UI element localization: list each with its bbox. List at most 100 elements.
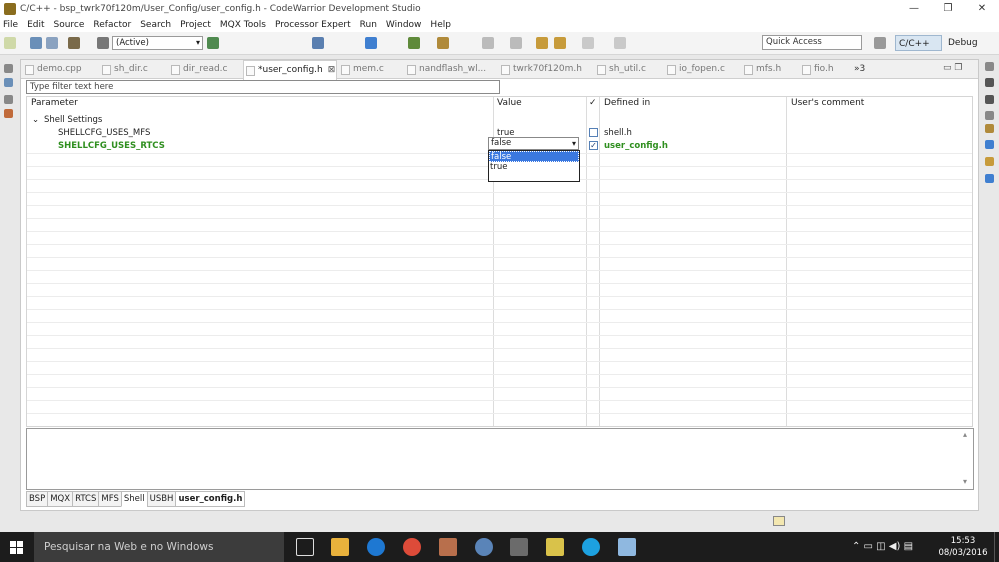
restore-view-icon[interactable]	[4, 64, 13, 73]
default-override-checkbox[interactable]: ✓	[589, 141, 598, 150]
menu-file[interactable]: File	[3, 20, 18, 30]
paint-app-icon[interactable]	[439, 538, 457, 556]
tab-mfs-h[interactable]: mfs.h	[742, 60, 781, 79]
restore-button[interactable]: ❐	[931, 0, 965, 17]
codewarrior-taskbar-icon[interactable]	[510, 538, 528, 556]
flash-programmer-icon[interactable]	[365, 37, 377, 49]
menu-project[interactable]: Project	[180, 20, 211, 30]
tab-io-fopen-c[interactable]: io_fopen.c	[665, 60, 725, 79]
tab-nandflash-wl[interactable]: nandflash_wl...	[405, 60, 486, 79]
next-annotation-icon[interactable]	[482, 37, 494, 49]
settings-gear-icon[interactable]	[97, 37, 109, 49]
save-icon[interactable]	[30, 37, 42, 49]
edge-browser-icon[interactable]	[367, 538, 385, 556]
console-icon[interactable]	[985, 140, 994, 149]
build-icon[interactable]	[68, 37, 80, 49]
chrome-browser-icon[interactable]	[403, 538, 421, 556]
windows-start-icon[interactable]	[10, 541, 23, 554]
restore-view-icon[interactable]	[4, 95, 13, 104]
default-override-checkbox[interactable]	[589, 128, 598, 137]
system-tray[interactable]: ⌃ ▭ ◫ ◀) ▤	[852, 532, 913, 562]
perspective-cpp-button[interactable]: C/C++	[895, 35, 942, 51]
components-icon[interactable]	[985, 95, 994, 104]
tab-dir-read-c[interactable]: dir_read.c	[169, 60, 228, 79]
run-external-tool-icon[interactable]	[437, 37, 449, 49]
skype-icon[interactable]	[582, 538, 600, 556]
value-combo[interactable]: false ▾	[488, 137, 579, 150]
progress-icon[interactable]	[985, 157, 994, 166]
dropdown-option-false[interactable]: false	[489, 151, 579, 162]
perspective-debug-button[interactable]: Debug	[945, 35, 981, 51]
build-config-select[interactable]: (Active) ▾	[112, 36, 203, 50]
back-icon[interactable]	[554, 37, 566, 49]
section-tab-rtcs[interactable]: RTCS	[72, 491, 100, 507]
section-tab-mqx[interactable]: MQX	[47, 491, 74, 507]
menu-edit[interactable]: Edit	[27, 20, 44, 30]
tab-fio-h[interactable]: fio.h	[800, 60, 834, 79]
column-header-parameter[interactable]: Parameter	[31, 98, 78, 108]
project-explorer-icon[interactable]	[4, 78, 13, 87]
file-explorer-icon[interactable]	[331, 538, 349, 556]
section-tab-shell[interactable]: Shell	[120, 491, 148, 507]
new-icon[interactable]	[4, 37, 16, 49]
open-perspective-icon[interactable]	[874, 37, 886, 49]
windows-app-icon[interactable]	[618, 538, 636, 556]
pin-editor-icon[interactable]	[614, 37, 626, 49]
comment-text-area[interactable]: ▴ ▾	[26, 428, 974, 490]
column-header-defined-in[interactable]: Defined in	[604, 98, 650, 108]
tab-user-config-h[interactable]: *user_config.h ⊠	[243, 60, 337, 80]
notes-app-icon[interactable]	[546, 538, 564, 556]
task-view-icon[interactable]	[296, 538, 314, 556]
quick-access-input[interactable]: Quick Access	[762, 35, 862, 50]
chevron-down-icon[interactable]: ▾	[572, 138, 576, 149]
section-tab-usbh[interactable]: USBH	[146, 491, 177, 507]
minimize-maximize-icon[interactable]: ▭ ❐	[943, 60, 962, 76]
column-header-value[interactable]: Value	[497, 98, 522, 108]
section-tab-bsp[interactable]: BSP	[26, 491, 49, 507]
menu-search[interactable]: Search	[140, 20, 171, 30]
taskbar-clock[interactable]: 15:53 08/03/2016	[938, 535, 988, 559]
status-task-icon[interactable]	[773, 516, 785, 526]
menu-mqx-tools[interactable]: MQX Tools	[220, 20, 266, 30]
dropdown-option-true[interactable]: true	[489, 162, 579, 173]
previous-annotation-icon[interactable]	[510, 37, 522, 49]
pointer-tool-icon[interactable]	[312, 37, 324, 49]
expand-toggle-icon[interactable]: ⌄	[32, 115, 39, 125]
comment-scrollbar[interactable]: ▴ ▾	[962, 429, 973, 489]
commander-icon[interactable]	[4, 109, 13, 118]
section-tab-mfs[interactable]: MFS	[98, 491, 122, 507]
section-tab-user-config-h[interactable]: user_config.h	[175, 491, 246, 507]
tab-overflow-button[interactable]: »3	[854, 60, 865, 79]
minimize-button[interactable]: —	[897, 0, 931, 17]
taskbar-search-input[interactable]: Pesquisar na Web e no Windows	[34, 532, 284, 562]
forward-icon[interactable]	[582, 37, 594, 49]
tab-sh-dir-c[interactable]: sh_dir.c	[100, 60, 148, 79]
close-button[interactable]: ✕	[965, 0, 999, 17]
outline-icon[interactable]	[985, 78, 994, 87]
save-all-icon[interactable]	[46, 37, 58, 49]
menu-processor-expert[interactable]: Processor Expert	[275, 20, 351, 30]
menu-run[interactable]: Run	[360, 20, 377, 30]
show-desktop-button[interactable]	[994, 532, 999, 562]
debug-run-icon[interactable]	[408, 37, 420, 49]
thunderbird-icon[interactable]	[475, 538, 493, 556]
tab-mem-c[interactable]: mem.c	[339, 60, 384, 79]
menu-refactor[interactable]: Refactor	[93, 20, 131, 30]
tab-sh-util-c[interactable]: sh_util.c	[595, 60, 646, 79]
restore-view-icon[interactable]	[985, 62, 994, 71]
scroll-down-icon[interactable]: ▾	[963, 477, 967, 486]
problems-icon[interactable]	[985, 124, 994, 133]
column-header-comment[interactable]: User's comment	[791, 98, 864, 108]
scroll-up-icon[interactable]: ▴	[963, 430, 967, 439]
menu-help[interactable]: Help	[430, 20, 451, 30]
close-tab-icon[interactable]: ⊠	[328, 65, 336, 75]
last-edit-icon[interactable]	[536, 37, 548, 49]
table-row-group[interactable]: ⌄ Shell Settings	[27, 114, 972, 127]
filter-input[interactable]: Type filter text here	[26, 80, 500, 94]
column-header-check[interactable]: ✓	[589, 98, 597, 108]
menu-window[interactable]: Window	[386, 20, 422, 30]
tab-twrk70f120m-h[interactable]: twrk70f120m.h	[499, 60, 582, 79]
memory-icon[interactable]	[985, 174, 994, 183]
tab-demo-cpp[interactable]: demo.cpp	[23, 60, 82, 79]
menu-source[interactable]: Source	[54, 20, 85, 30]
